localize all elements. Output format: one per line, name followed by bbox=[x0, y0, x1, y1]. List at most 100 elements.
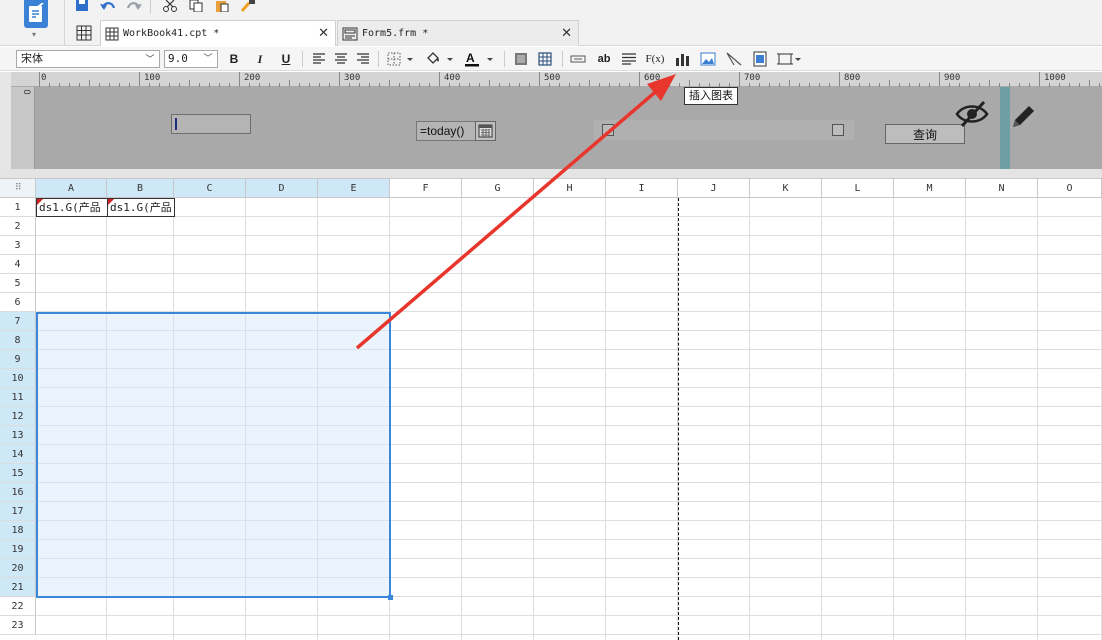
chevron-down-icon[interactable]: ﹀ bbox=[201, 52, 215, 66]
underline-button[interactable]: U bbox=[278, 50, 294, 68]
row-header-21[interactable]: 21 bbox=[0, 578, 36, 597]
column-header-o[interactable]: O bbox=[1038, 179, 1102, 198]
top-toolbar: ▾ WorkBook41.cpt * ✕ Form5.frm * ✕ bbox=[0, 0, 1102, 46]
row-header-6[interactable]: 6 bbox=[0, 293, 36, 312]
divider bbox=[150, 0, 151, 14]
spreadsheet-grid[interactable]: ⠿ ABCDEFGHIJKLMNO 1 2 3 4 5 6 7 8 9 10 11 12 13 14 15 1… bbox=[0, 179, 1102, 640]
align-right-icon[interactable] bbox=[354, 50, 372, 68]
row-header-8[interactable]: 8 bbox=[0, 331, 36, 350]
row-header-2[interactable]: 2 bbox=[0, 217, 36, 236]
row-header-19[interactable]: 19 bbox=[0, 540, 36, 559]
range-end-checkbox[interactable] bbox=[832, 124, 844, 136]
column-header-h[interactable]: H bbox=[534, 179, 606, 198]
column-header-f[interactable]: F bbox=[390, 179, 462, 198]
row-header-12[interactable]: 12 bbox=[0, 407, 36, 426]
text-tool-button[interactable]: ab bbox=[594, 50, 614, 68]
row-header-5[interactable]: 5 bbox=[0, 274, 36, 293]
text-color-icon[interactable]: A bbox=[462, 50, 496, 68]
row-header-23[interactable]: 23 bbox=[0, 616, 36, 635]
row-header-7[interactable]: 7 bbox=[0, 312, 36, 331]
column-header-k[interactable]: K bbox=[750, 179, 822, 198]
row-header-13[interactable]: 13 bbox=[0, 426, 36, 445]
cut-icon[interactable] bbox=[160, 0, 180, 14]
range-slider[interactable] bbox=[594, 120, 854, 140]
chart-icon[interactable] bbox=[672, 50, 692, 68]
row-header-17[interactable]: 17 bbox=[0, 502, 36, 521]
close-icon[interactable]: ✕ bbox=[561, 26, 572, 40]
border-icon[interactable] bbox=[386, 50, 416, 68]
tab-label: WorkBook41.cpt * bbox=[123, 28, 220, 39]
column-header-g[interactable]: G bbox=[462, 179, 534, 198]
redo-icon[interactable] bbox=[124, 0, 144, 14]
query-button[interactable]: 查询 bbox=[885, 124, 965, 144]
subreport-icon[interactable] bbox=[750, 50, 770, 68]
column-header-b[interactable]: B bbox=[107, 179, 174, 198]
ruler-label: 0 bbox=[41, 73, 47, 83]
chevron-down-icon[interactable]: ﹀ bbox=[143, 52, 157, 66]
select-all-corner[interactable]: ⠿ bbox=[0, 179, 36, 198]
row-header-10[interactable]: 10 bbox=[0, 369, 36, 388]
date-parameter-field[interactable]: =today() bbox=[416, 121, 476, 141]
tab-form[interactable]: Form5.frm * ✕ bbox=[337, 20, 579, 46]
cell-selection[interactable] bbox=[36, 312, 393, 600]
tab-workbook[interactable]: WorkBook41.cpt * ✕ bbox=[100, 20, 336, 46]
column-header-a[interactable]: A bbox=[36, 179, 107, 198]
pencil-icon[interactable] bbox=[1007, 101, 1039, 136]
ruler-label: 700 bbox=[744, 73, 761, 83]
row-header-18[interactable]: 18 bbox=[0, 521, 36, 540]
bold-button[interactable]: B bbox=[226, 50, 242, 68]
font-family-select[interactable]: 宋体 ﹀ bbox=[16, 50, 160, 68]
save-icon[interactable] bbox=[72, 0, 92, 14]
column-header-c[interactable]: C bbox=[174, 179, 246, 198]
align-center-icon[interactable] bbox=[332, 50, 350, 68]
column-header-l[interactable]: L bbox=[822, 179, 894, 198]
row-header-1[interactable]: 1 bbox=[0, 198, 36, 217]
fill-color-icon[interactable] bbox=[424, 50, 456, 68]
formula-button[interactable]: F(x) bbox=[644, 50, 666, 68]
logo-dropdown-icon[interactable]: ▾ bbox=[32, 30, 36, 39]
parameter-text-input[interactable] bbox=[171, 114, 251, 134]
grid-row-line bbox=[36, 235, 1102, 236]
row-header-14[interactable]: 14 bbox=[0, 445, 36, 464]
range-start-checkbox[interactable] bbox=[602, 124, 614, 136]
font-size-value: 9.0 bbox=[168, 52, 188, 65]
row-header-11[interactable]: 11 bbox=[0, 388, 36, 407]
align-left-icon[interactable] bbox=[310, 50, 328, 68]
merge-cells-icon[interactable] bbox=[512, 50, 530, 68]
app-logo-icon[interactable] bbox=[24, 0, 48, 28]
grid-view-button[interactable] bbox=[72, 22, 96, 44]
column-header-i[interactable]: I bbox=[606, 179, 678, 198]
column-header-j[interactable]: J bbox=[678, 179, 750, 198]
row-header-4[interactable]: 4 bbox=[0, 255, 36, 274]
formula-label: F(x) bbox=[645, 53, 665, 65]
frame-icon[interactable] bbox=[776, 50, 802, 68]
font-size-select[interactable]: 9.0 ﹀ bbox=[164, 50, 218, 68]
row-header-3[interactable]: 3 bbox=[0, 236, 36, 255]
fill-handle[interactable] bbox=[388, 595, 393, 600]
column-header-m[interactable]: M bbox=[894, 179, 966, 198]
row-header-20[interactable]: 20 bbox=[0, 559, 36, 578]
eye-hidden-icon[interactable] bbox=[954, 99, 990, 132]
row-header-22[interactable]: 22 bbox=[0, 597, 36, 616]
row-header-15[interactable]: 15 bbox=[0, 464, 36, 483]
copy-icon[interactable] bbox=[186, 0, 206, 14]
rich-text-icon[interactable] bbox=[620, 50, 638, 68]
close-icon[interactable]: ✕ bbox=[318, 26, 329, 40]
column-header-n[interactable]: N bbox=[966, 179, 1038, 198]
column-header-d[interactable]: D bbox=[246, 179, 318, 198]
image-icon[interactable] bbox=[698, 50, 718, 68]
ruler-tick bbox=[689, 80, 690, 87]
text-field-icon[interactable] bbox=[568, 50, 588, 68]
italic-button[interactable]: I bbox=[252, 50, 268, 68]
cell-a1[interactable]: ds1.G(产品 bbox=[36, 198, 108, 217]
calendar-icon[interactable] bbox=[475, 121, 496, 141]
column-header-e[interactable]: E bbox=[318, 179, 390, 198]
row-header-9[interactable]: 9 bbox=[0, 350, 36, 369]
row-header-16[interactable]: 16 bbox=[0, 483, 36, 502]
slash-icon[interactable] bbox=[724, 50, 744, 68]
undo-icon[interactable] bbox=[98, 0, 118, 14]
format-painter-icon[interactable] bbox=[238, 0, 258, 14]
cell-b1[interactable]: ds1.G(产品 bbox=[107, 198, 175, 217]
paste-icon[interactable] bbox=[212, 0, 232, 14]
split-cells-icon[interactable] bbox=[536, 50, 554, 68]
